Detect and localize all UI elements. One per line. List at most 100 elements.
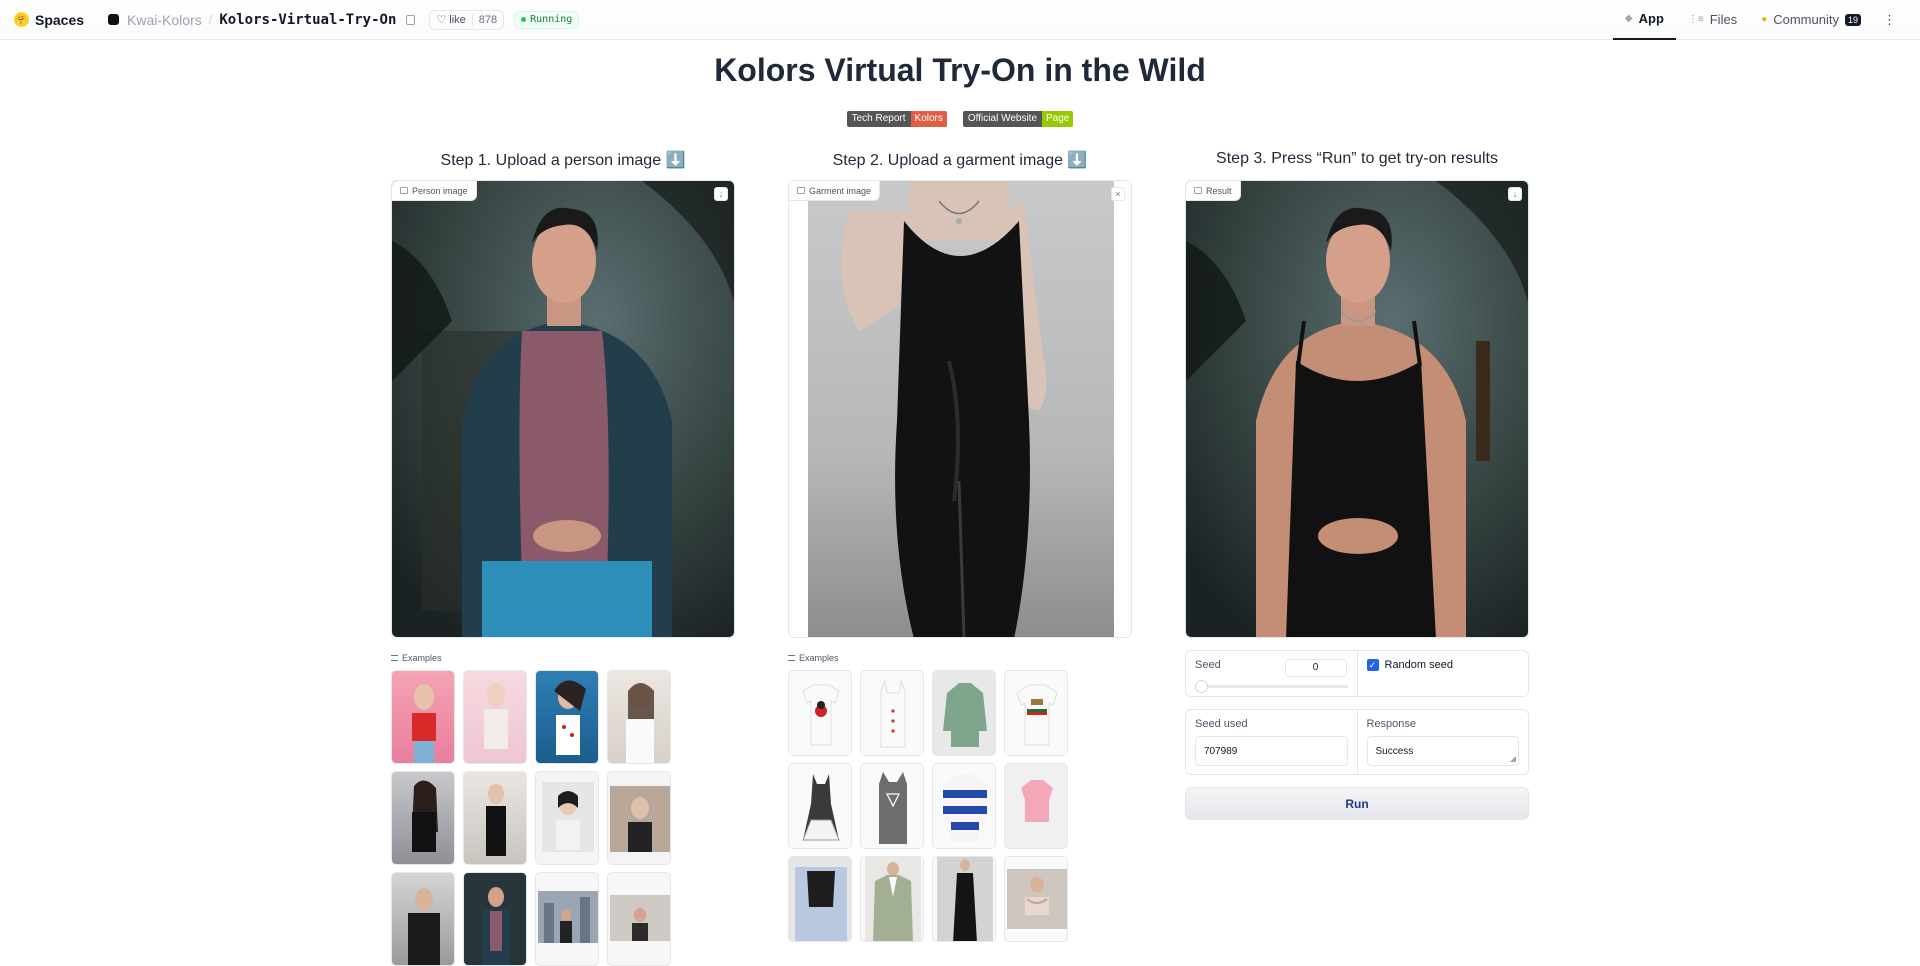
- garment-example-thumb[interactable]: [1004, 763, 1068, 849]
- heart-icon: ♡: [436, 14, 447, 26]
- resize-handle-icon[interactable]: ◢: [1510, 754, 1516, 763]
- garment-example-thumb[interactable]: [1004, 670, 1068, 756]
- garment-image-label: Garment image: [789, 181, 881, 201]
- files-icon: ⋮≡: [1687, 14, 1704, 25]
- person-image-upload[interactable]: Person image ↓: [391, 180, 735, 638]
- garment-example-thumb[interactable]: [788, 856, 852, 942]
- garment-image-label-text: Garment image: [809, 185, 872, 196]
- repo-link[interactable]: Kolors-Virtual-Try-On: [219, 12, 396, 28]
- person-column: Step 1. Upload a person image ⬇️ Person …: [391, 150, 735, 966]
- garment-examples-label: Examples: [788, 652, 1132, 664]
- owner-link[interactable]: Kwai-Kolors: [127, 12, 202, 28]
- close-icon[interactable]: ×: [1111, 187, 1125, 201]
- owner-avatar: [108, 14, 120, 25]
- person-examples-label-text: Examples: [402, 653, 442, 663]
- person-example-thumb[interactable]: [535, 872, 599, 966]
- random-seed-control: ✓ Random seed: [1356, 651, 1529, 696]
- random-seed-checkbox[interactable]: ✓: [1366, 659, 1379, 671]
- garment-example-thumb[interactable]: [1004, 856, 1068, 942]
- person-example-thumb[interactable]: [607, 872, 671, 966]
- tab-app-label: App: [1638, 11, 1664, 26]
- seed-number-input[interactable]: 0: [1284, 659, 1347, 677]
- copy-icon[interactable]: [406, 14, 416, 25]
- run-button[interactable]: Run: [1185, 787, 1529, 820]
- person-example-thumb[interactable]: [391, 872, 455, 966]
- breadcrumb: Kwai-Kolors / Kolors-Virtual-Try-On: [108, 12, 416, 28]
- garment-example-thumb[interactable]: [860, 856, 924, 942]
- like-count: 878: [471, 13, 503, 26]
- garment-example-thumb[interactable]: [932, 670, 996, 756]
- garment-example-thumb[interactable]: [932, 763, 996, 849]
- person-examples-label: Examples: [391, 652, 735, 664]
- garment-example-thumb[interactable]: [788, 763, 852, 849]
- tab-files[interactable]: ⋮≡ Files: [1676, 0, 1749, 40]
- result-image-label-text: Result: [1206, 185, 1232, 196]
- hugging-face-logo-icon: 🤗: [14, 12, 29, 27]
- result-image-label: Result: [1186, 181, 1241, 201]
- person-photo: [392, 181, 734, 637]
- output-panel: Seed used 707989 Response Success ◢: [1185, 709, 1529, 775]
- image-icon: [1194, 187, 1202, 194]
- list-icon: [788, 655, 795, 661]
- garment-column: Step 2. Upload a garment image ⬇️ Garmen…: [788, 150, 1132, 942]
- seed-slider[interactable]: [1195, 680, 1348, 693]
- like-label: like: [449, 13, 466, 26]
- spaces-brand[interactable]: 🤗 Spaces: [14, 12, 84, 28]
- image-icon: [400, 187, 408, 194]
- person-example-thumb[interactable]: [535, 670, 599, 764]
- response-block: Response Success ◢: [1356, 710, 1529, 774]
- garment-example-thumb[interactable]: [860, 763, 924, 849]
- person-example-thumb[interactable]: [391, 670, 455, 764]
- person-examples-grid: [391, 670, 735, 966]
- person-example-thumb[interactable]: [391, 771, 455, 865]
- tab-files-label: Files: [1709, 12, 1738, 27]
- like-button[interactable]: ♡ like 878: [429, 9, 505, 30]
- tab-app[interactable]: ◆ App: [1612, 0, 1676, 40]
- step-3-heading: Step 3. Press “Run” to get try-on result…: [1216, 150, 1498, 167]
- person-example-thumb[interactable]: [463, 670, 527, 764]
- seed-used-block: Seed used 707989: [1186, 710, 1357, 774]
- response-output[interactable]: Success ◢: [1366, 736, 1519, 766]
- garment-example-thumb[interactable]: [788, 670, 852, 756]
- seed-used-output[interactable]: 707989: [1195, 736, 1348, 766]
- official-website-badge-left: Official Website: [962, 111, 1043, 127]
- official-website-badge[interactable]: Official Website Page: [962, 111, 1074, 127]
- image-icon: [797, 187, 805, 194]
- download-icon[interactable]: ↓: [1508, 187, 1522, 201]
- response-label: Response: [1366, 718, 1417, 730]
- tech-report-badge[interactable]: Tech Report Kolors: [846, 111, 947, 127]
- garment-image-upload[interactable]: Garment image ×: [788, 180, 1132, 638]
- person-example-thumb[interactable]: [607, 771, 671, 865]
- official-website-badge-right: Page: [1042, 111, 1074, 127]
- tab-community-label: Community: [1773, 12, 1839, 27]
- community-icon: ●: [1761, 14, 1768, 25]
- person-example-thumb[interactable]: [607, 670, 671, 764]
- app-icon: ◆: [1624, 13, 1633, 24]
- seed-control: Seed 0: [1186, 651, 1357, 696]
- seed-slider-handle[interactable]: [1195, 680, 1208, 693]
- tab-community[interactable]: ● Community 19: [1749, 0, 1873, 40]
- more-options-icon[interactable]: ⋮: [1873, 0, 1906, 40]
- person-example-thumb[interactable]: [463, 872, 527, 966]
- status-dot-icon: [521, 17, 527, 22]
- page-title: Kolors Virtual Try-On in the Wild: [714, 52, 1206, 88]
- status-label: Running: [530, 14, 573, 25]
- download-icon[interactable]: ↓: [714, 187, 728, 201]
- seed-used-label: Seed used: [1195, 718, 1248, 730]
- person-example-thumb[interactable]: [535, 771, 599, 865]
- garment-example-thumb[interactable]: [860, 670, 924, 756]
- person-image-label: Person image: [392, 181, 477, 201]
- space-nav: ◆ App ⋮≡ Files ● Community 19 ⋮: [1612, 0, 1906, 40]
- brand-label: Spaces: [35, 11, 85, 28]
- person-image-label-text: Person image: [412, 185, 468, 196]
- random-seed-label: Random seed: [1384, 659, 1454, 671]
- person-example-thumb[interactable]: [463, 771, 527, 865]
- status-badge: Running: [514, 10, 580, 29]
- result-column: Step 3. Press “Run” to get try-on result…: [1185, 150, 1529, 820]
- step-1-heading: Step 1. Upload a person image ⬇️: [440, 152, 686, 169]
- top-bar: 🤗 Spaces Kwai-Kolors / Kolors-Virtual-Tr…: [0, 0, 1920, 40]
- garment-examples-label-text: Examples: [799, 653, 839, 663]
- garment-example-thumb[interactable]: [932, 856, 996, 942]
- tech-report-badge-left: Tech Report: [846, 111, 911, 127]
- tech-report-badge-right: Kolors: [910, 111, 947, 127]
